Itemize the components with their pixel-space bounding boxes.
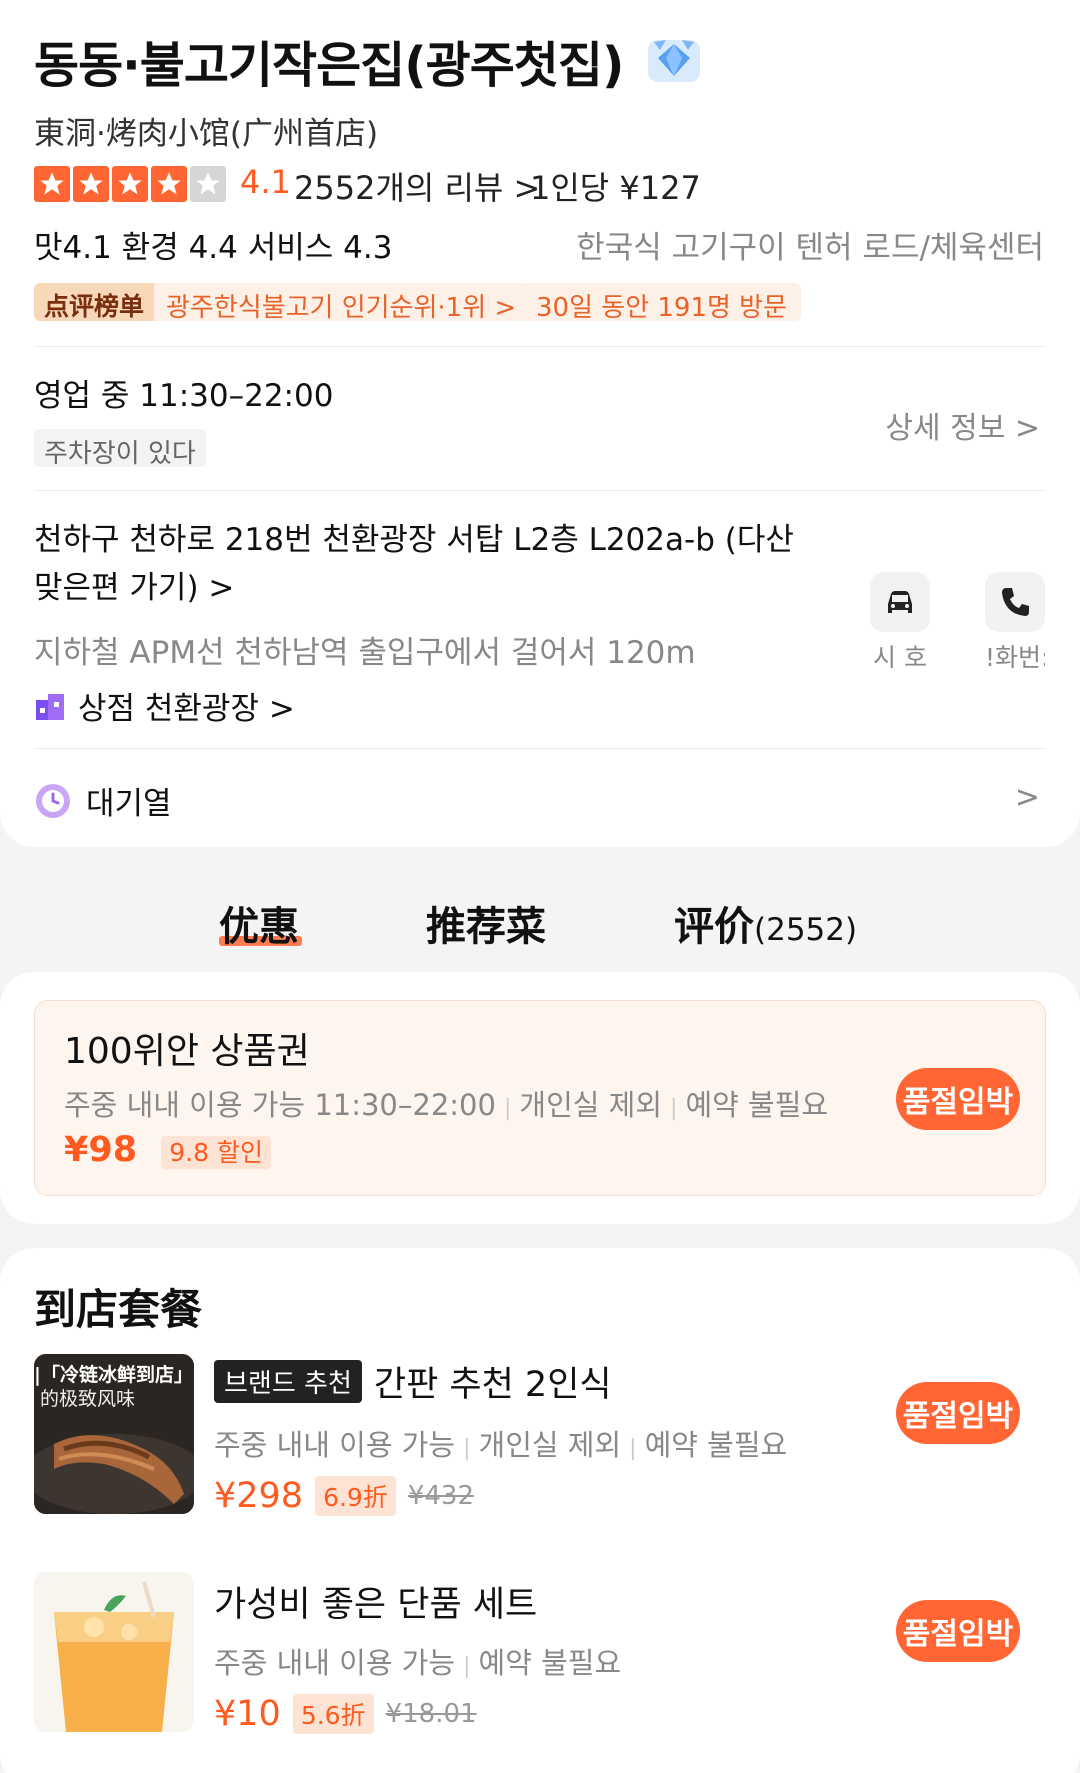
package-buy-button[interactable]: 품절임박 <box>896 1600 1020 1662</box>
package-thumbnail[interactable] <box>34 1572 194 1732</box>
rank-text: 광주한식불고기 인기순위·1위 > <box>166 293 517 321</box>
star-icon <box>34 166 70 202</box>
package-title-row: 브랜드 추천 간판 추천 2인식 <box>214 1356 612 1407</box>
package-old-price: ¥18.01 <box>385 1699 477 1729</box>
divider <box>34 748 1046 749</box>
phone-icon <box>985 572 1045 632</box>
car-icon <box>870 572 930 632</box>
category-location: 한국식 고기구이 텐허 로드/체육센터 <box>576 230 1044 266</box>
tab-offers[interactable]: 优惠 <box>219 894 299 952</box>
package-price-row: ¥298 6.9折 ¥432 <box>214 1476 474 1516</box>
divider <box>34 346 1046 347</box>
shop-subtitle: 東洞·烤肉小馆(广州首店) <box>34 116 379 152</box>
navigate-button[interactable]: 시 호 <box>870 572 930 674</box>
separator: | <box>670 1096 678 1121</box>
separator: | <box>463 1654 471 1679</box>
package-desc-hours: 주중 내내 이용 가능 <box>214 1646 456 1680</box>
voucher-desc-room: 개인실 제외 <box>519 1088 663 1122</box>
thumb-caption-2: 的极致风味 <box>40 1388 136 1410</box>
rating-stars <box>34 166 226 202</box>
visit-count-tag: 30일 동안 191명 방문 <box>522 283 802 323</box>
package-desc-reserve: 예약 불필요 <box>644 1428 788 1462</box>
separator: | <box>463 1436 471 1461</box>
rating-value: 4.1 <box>240 163 291 201</box>
package-discount: 5.6折 <box>292 1694 374 1734</box>
package-price: ¥298 <box>214 1476 304 1516</box>
mall-label: 상점 천환광장 > <box>78 691 295 727</box>
package-thumbnail[interactable]: |「冷链冰鲜到店」 的极致风味 <box>34 1354 194 1514</box>
package-desc-reserve: 예약 불필요 <box>478 1646 622 1680</box>
call-button[interactable]: !화번: <box>985 572 1045 674</box>
voucher-desc-reserve: 예약 불필요 <box>685 1088 829 1122</box>
package-old-price: ¥432 <box>407 1481 475 1511</box>
mall-link[interactable]: 상점 천환광장 > <box>34 683 295 728</box>
package-discount: 6.9折 <box>315 1476 396 1516</box>
tab-reviews[interactable]: 评价(2552) <box>674 894 857 952</box>
package-desc-hours: 주중 내내 이용 가능 <box>214 1428 456 1462</box>
shop-title: 동동·불고기작은집(광주첫집) <box>34 37 624 94</box>
package-price-row: ¥10 5.6折 ¥18.01 <box>214 1694 477 1734</box>
voucher-desc: 주중 내내 이용 가능 11:30–22:00 | 개인실 제외 | 예약 불필요 <box>64 1082 828 1124</box>
separator: | <box>629 1436 637 1461</box>
voucher-price: ¥98 <box>64 1130 138 1170</box>
separator: | <box>503 1096 512 1121</box>
thumb-caption-1: |「冷链冰鲜到店」 <box>34 1364 193 1386</box>
queue-row[interactable]: 대기열 <box>34 778 172 823</box>
package-desc: 주중 내내 이용 가능 | 예약 불필요 <box>214 1640 621 1682</box>
crown-badge-icon <box>648 40 700 82</box>
tab-dishes[interactable]: 推荐菜 <box>426 894 546 952</box>
price-per-person: 1인당 ¥127 <box>530 169 701 207</box>
star-icon <box>112 166 148 202</box>
star-empty-icon <box>190 166 226 202</box>
rank-tag[interactable]: 点评榜单 광주한식불고기 인기순위·1위 > <box>34 283 529 321</box>
voucher-buy-button[interactable]: 품절임박 <box>896 1068 1020 1130</box>
voucher-discount: 9.8 할인 <box>161 1136 271 1169</box>
voucher-desc-hours: 주중 내내 이용 가능 11:30–22:00 <box>64 1088 496 1122</box>
navigate-label: 시 호 <box>873 643 927 672</box>
package-desc-room: 개인실 제외 <box>478 1428 622 1462</box>
shop-building-icon <box>36 693 64 720</box>
parking-tag: 주차장이 있다 <box>34 429 206 469</box>
package-title: 가성비 좋은 단품 세트 <box>214 1585 538 1625</box>
star-icon <box>73 166 109 202</box>
reviews-link[interactable]: 2552개의 리뷰 > <box>294 163 540 209</box>
sub-scores: 맛4.1 환경 4.4 서비스 4.3 <box>34 230 393 266</box>
tab-reviews-count: (2552) <box>754 912 858 948</box>
clock-icon <box>36 783 70 818</box>
divider <box>34 490 1046 491</box>
package-price: ¥10 <box>214 1694 281 1734</box>
address-link[interactable]: 천하구 천하로 218번 천환광장 서탑 L2층 L202a-b (다산 맞은편… <box>34 516 814 612</box>
subway-info: 지하철 APM선 천하남역 출입구에서 걸어서 120m <box>34 635 696 671</box>
star-icon <box>151 166 187 202</box>
voucher-price-row: ¥98 9.8 할인 <box>64 1130 271 1170</box>
queue-label: 대기열 <box>86 786 172 822</box>
detail-info-link[interactable]: 상세 정보 > <box>885 403 1040 447</box>
package-title: 간판 추천 2인식 <box>373 1365 612 1405</box>
brand-badge: 브랜드 추천 <box>214 1360 362 1403</box>
tab-reviews-label: 评价 <box>674 904 754 950</box>
call-label: !화번: <box>985 643 1045 672</box>
orange-drink-image <box>34 1572 194 1732</box>
chevron-right-icon[interactable]: > <box>1015 780 1040 815</box>
package-desc: 주중 내내 이용 가능 | 개인실 제외 | 예약 불필요 <box>214 1422 787 1464</box>
voucher-title: 100위안 상품권 <box>64 1031 310 1072</box>
packages-section-title: 到店套餐 <box>34 1285 203 1334</box>
package-buy-button[interactable]: 품절임박 <box>896 1382 1020 1444</box>
rank-logo: 点评榜单 <box>34 283 155 321</box>
opening-hours: 영업 중 11:30–22:00 <box>34 378 334 414</box>
